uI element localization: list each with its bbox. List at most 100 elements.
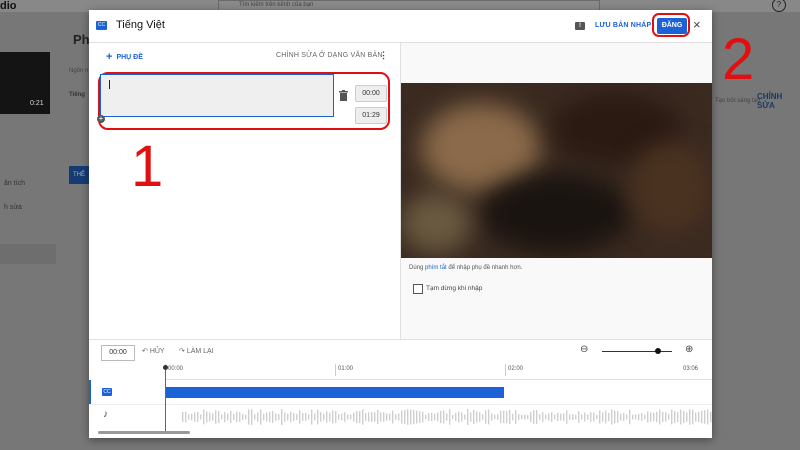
delete-icon[interactable] bbox=[339, 90, 348, 101]
redo-button[interactable]: ↷ LÀM LẠI bbox=[179, 347, 214, 355]
waveform-bar bbox=[323, 413, 325, 421]
waveform-bar bbox=[707, 409, 709, 425]
waveform-bar bbox=[365, 413, 367, 421]
edit-as-text-button[interactable]: CHỈNH SỬA Ở DẠNG VĂN BẢN bbox=[276, 52, 383, 59]
thumbnail-duration: 0:21 bbox=[30, 100, 44, 107]
add-line-icon[interactable]: + bbox=[97, 115, 105, 123]
more-options-icon[interactable]: ⋮ bbox=[379, 50, 388, 61]
waveform-bar bbox=[185, 411, 187, 423]
waveform-bar bbox=[299, 410, 301, 424]
pause-while-typing-label: Tạm dừng khi nhập bbox=[426, 285, 483, 292]
waveform-bar bbox=[644, 414, 646, 420]
waveform-bar bbox=[275, 413, 277, 421]
dialog-header: CC Tiếng Việt ! LƯU BẢN NHÁP ĐĂNG × bbox=[89, 10, 712, 43]
waveform-bar bbox=[233, 414, 235, 420]
waveform-bar bbox=[371, 412, 373, 422]
waveform-bar bbox=[197, 411, 199, 423]
background-created-by: Tạo bởi sáng tạo bbox=[715, 98, 761, 104]
undo-button[interactable]: ↶ HỦY bbox=[142, 347, 165, 355]
waveform-bar bbox=[593, 412, 595, 422]
music-note-icon: ♪ bbox=[103, 409, 108, 420]
timeline-scrollbar[interactable] bbox=[98, 431, 190, 434]
waveform-bar bbox=[392, 410, 394, 424]
current-time-field[interactable]: 00:00 bbox=[101, 345, 135, 361]
playhead[interactable] bbox=[165, 366, 166, 432]
playhead-handle[interactable] bbox=[163, 365, 168, 370]
waveform-bar bbox=[689, 409, 691, 425]
ruler-label-0: 00:00 bbox=[168, 366, 184, 372]
waveform-bar bbox=[617, 411, 619, 423]
start-time-field[interactable]: 00:00 bbox=[355, 85, 387, 102]
waveform-bar bbox=[542, 412, 544, 422]
text-caret bbox=[109, 80, 110, 89]
waveform-bar bbox=[437, 412, 439, 422]
zoom-slider-handle[interactable] bbox=[655, 348, 661, 354]
waveform-bar bbox=[563, 413, 565, 421]
waveform-bar bbox=[305, 412, 307, 422]
waveform-bar bbox=[500, 410, 502, 424]
waveform-bar bbox=[251, 409, 253, 425]
waveform-bar bbox=[212, 413, 214, 421]
waveform-bar bbox=[248, 409, 250, 425]
waveform-bar bbox=[650, 412, 652, 422]
waveform-bar bbox=[302, 412, 304, 422]
waveform-bar bbox=[653, 412, 655, 422]
waveform-bar bbox=[641, 413, 643, 421]
video-blur-4 bbox=[401, 193, 471, 253]
waveform-bar bbox=[629, 409, 631, 425]
waveform-bar bbox=[221, 414, 223, 420]
waveform-bar bbox=[206, 411, 208, 423]
waveform-bar bbox=[284, 412, 286, 422]
undo-label: HỦY bbox=[149, 348, 165, 355]
waveform-bar bbox=[704, 410, 706, 424]
subtitle-segment[interactable] bbox=[166, 387, 504, 398]
waveform-bar bbox=[224, 412, 226, 422]
waveform-bar bbox=[431, 412, 433, 422]
waveform-bar bbox=[671, 409, 673, 425]
waveform-bar bbox=[611, 409, 613, 425]
waveform-bar bbox=[461, 412, 463, 422]
waveform-bar bbox=[620, 413, 622, 421]
waveform-bar bbox=[455, 412, 457, 422]
waveform-bar bbox=[332, 410, 334, 424]
waveform-bar bbox=[506, 411, 508, 423]
subtitle-text-input[interactable] bbox=[100, 74, 334, 117]
pause-while-typing-checkbox[interactable] bbox=[413, 284, 423, 294]
audio-waveform bbox=[182, 409, 712, 425]
waveform-bar bbox=[218, 411, 220, 423]
save-draft-button[interactable]: LƯU BẢN NHÁP bbox=[595, 22, 651, 29]
hint-prefix: Dùng bbox=[409, 265, 424, 271]
waveform-bar bbox=[386, 413, 388, 421]
waveform-bar bbox=[308, 414, 310, 420]
waveform-bar bbox=[581, 414, 583, 420]
waveform-bar bbox=[338, 414, 340, 420]
waveform-bar bbox=[512, 413, 514, 421]
feedback-icon[interactable]: ! bbox=[575, 22, 585, 30]
background-language-row: Tiếng bbox=[69, 92, 85, 98]
close-icon[interactable]: × bbox=[693, 18, 701, 32]
video-preview-panel: Dùng phím tắt để nhập phụ đề nhanh hơn. … bbox=[401, 43, 712, 339]
zoom-out-icon[interactable]: ⊖ bbox=[580, 344, 588, 355]
waveform-bar bbox=[470, 412, 472, 422]
zoom-in-icon[interactable]: ⊕ bbox=[685, 344, 693, 355]
waveform-bar bbox=[419, 411, 421, 423]
studio-logo: dio bbox=[0, 0, 17, 12]
waveform-bar bbox=[464, 414, 466, 420]
waveform-bar bbox=[380, 412, 382, 422]
waveform-bar bbox=[227, 413, 229, 421]
video-preview[interactable] bbox=[401, 83, 712, 258]
waveform-bar bbox=[626, 414, 628, 420]
shortcuts-link[interactable]: phím tắt bbox=[425, 265, 447, 271]
waveform-bar bbox=[278, 413, 280, 421]
waveform-bar bbox=[188, 414, 190, 420]
waveform-bar bbox=[389, 413, 391, 421]
add-subtitle-button[interactable]: + PHỤ ĐỀ bbox=[106, 51, 143, 63]
zoom-slider[interactable] bbox=[602, 351, 672, 352]
waveform-bar bbox=[272, 410, 274, 424]
waveform-bar bbox=[263, 413, 265, 421]
waveform-bar bbox=[191, 413, 193, 421]
background-language-label: Ngôn n bbox=[69, 68, 89, 74]
end-time-field[interactable]: 01:29 bbox=[355, 107, 387, 124]
waveform-bar bbox=[554, 414, 556, 420]
waveform-bar bbox=[287, 413, 289, 421]
